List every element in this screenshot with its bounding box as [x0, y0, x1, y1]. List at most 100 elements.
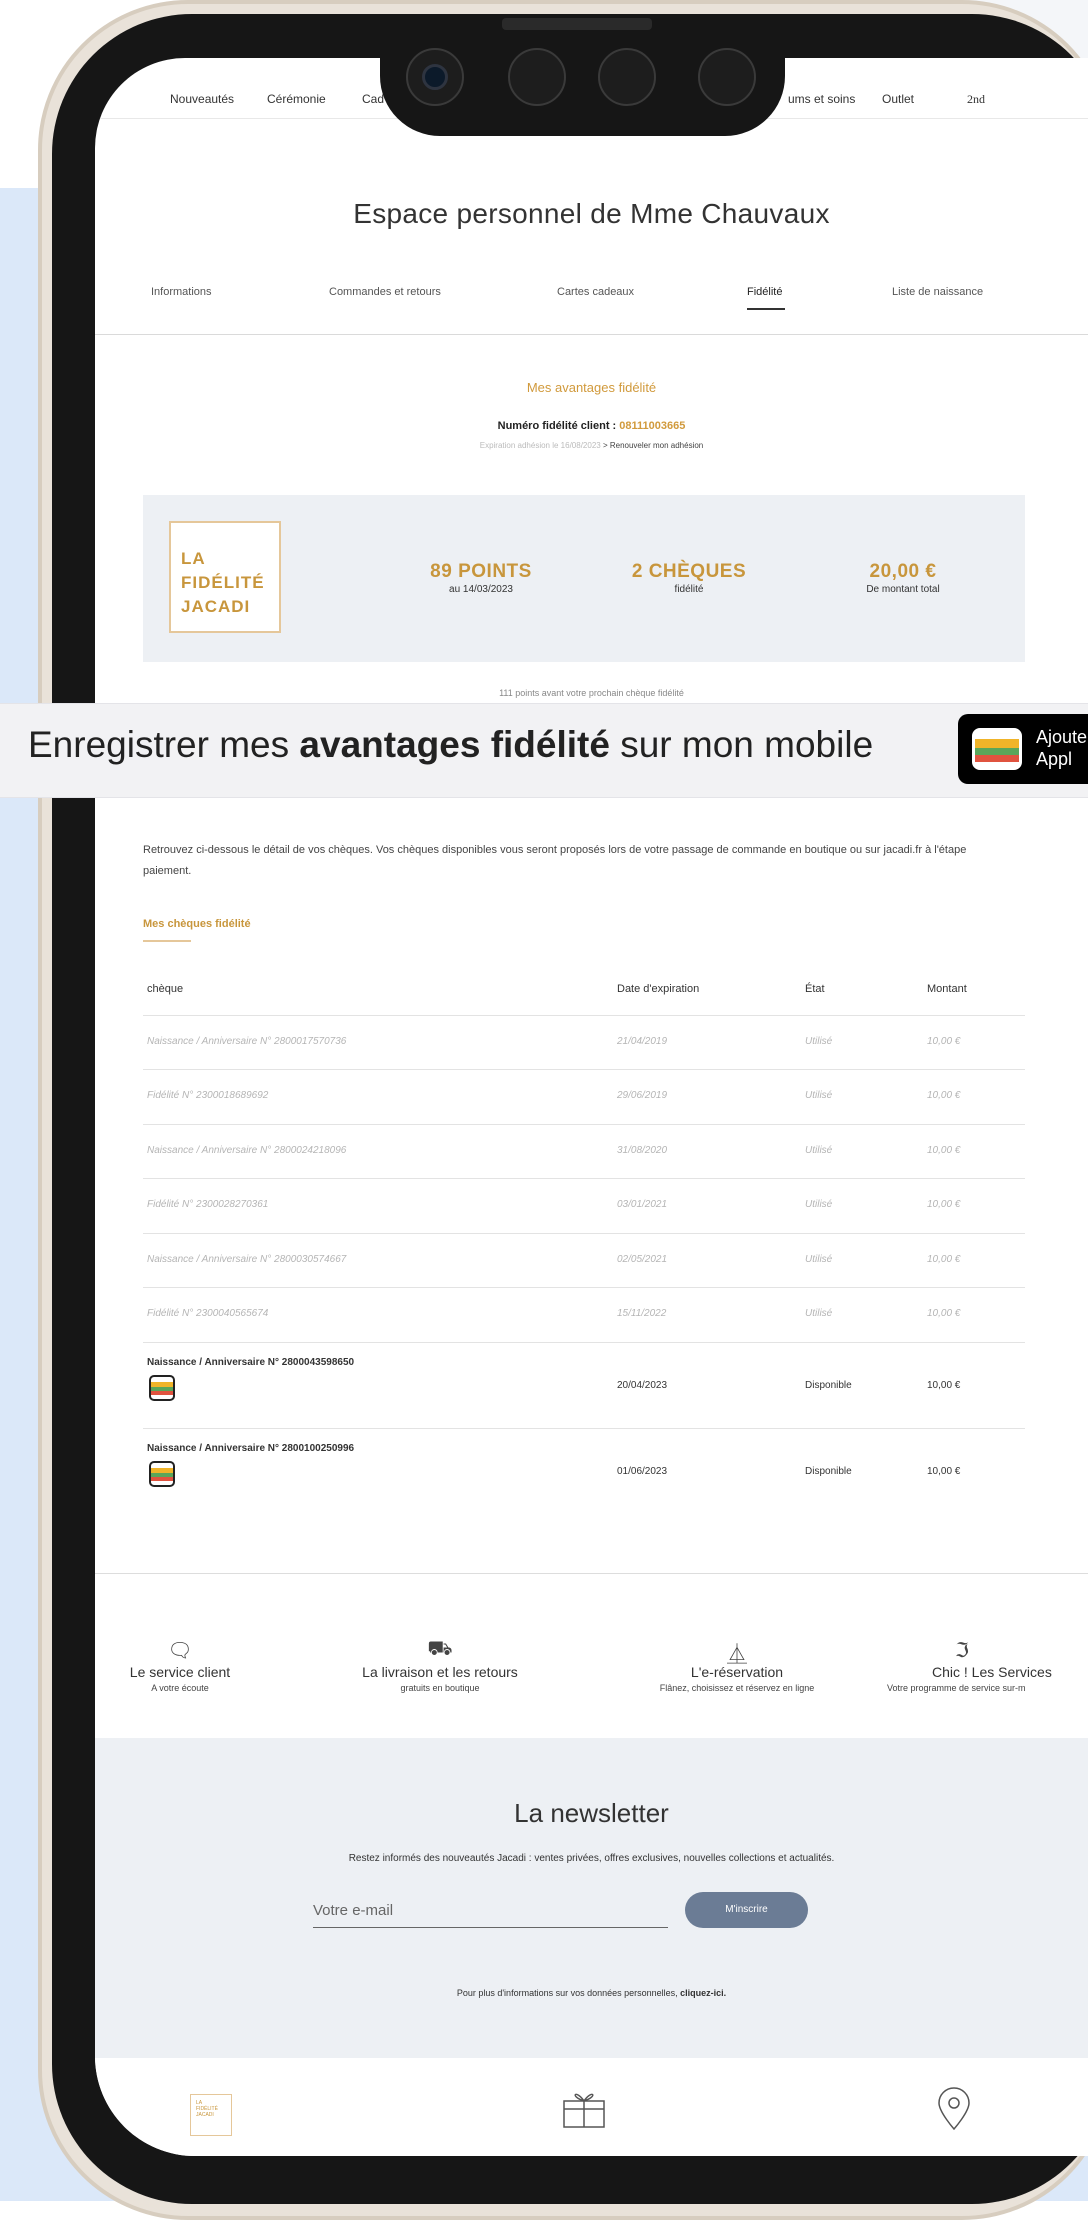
nav-item-outlet[interactable]: Outlet	[882, 92, 914, 106]
tab-cartes-cadeaux[interactable]: Cartes cadeaux	[557, 286, 634, 298]
fidelity-expiration: Expiration adhésion le 16/08/2023 > Reno…	[95, 441, 1088, 450]
banner-text-before: Enregistrer mes	[28, 724, 300, 765]
speaker-slot	[502, 18, 652, 30]
cheque-date: 01/06/2023	[617, 1466, 668, 1477]
tab-fidelite[interactable]: Fidélité	[747, 286, 782, 298]
service-ereservation[interactable]: ⏅ L'e-réservation Flânez, choisissez et …	[617, 1638, 857, 1693]
banner-text: Enregistrer mes avantages fidélité sur m…	[28, 724, 873, 766]
subscribe-button[interactable]: M'inscrire	[685, 1892, 808, 1928]
cheque-state: Utilisé	[805, 1090, 833, 1101]
points-value: 89 POINTS	[430, 561, 532, 582]
nav-item-ceremonie[interactable]: Cérémonie	[267, 92, 326, 106]
tab-commandes[interactable]: Commandes et retours	[329, 286, 441, 298]
fidelity-summary: LA FIDÉLITÉ JACADI 89 POINTS au 14/03/20…	[143, 495, 1025, 662]
fidelity-logo-icon[interactable]: LA FIDÉLITÉ JACADI	[190, 2094, 232, 2136]
amount-sub: De montant total	[866, 584, 940, 595]
bottom-bar: LA FIDÉLITÉ JACADI	[95, 2058, 1088, 2156]
column-header-cheque: chèque	[147, 983, 184, 995]
service-sub: A votre écoute	[151, 1683, 209, 1693]
tab-informations[interactable]: Informations	[151, 286, 212, 298]
fidelity-title: Mes avantages fidélité	[526, 380, 657, 395]
cheque-date: 02/05/2021	[617, 1254, 668, 1265]
cheques-stat: 2 CHÈQUES fidélité	[619, 561, 759, 595]
column-header-montant: Montant	[927, 983, 967, 995]
cheque-name: Fidélité N° 2300018689692	[147, 1090, 269, 1101]
fidelity-number: Numéro fidélité client : 08111003665	[95, 420, 1088, 432]
cheque-state: Disponible	[805, 1380, 852, 1391]
privacy-link[interactable]: cliquez-ici.	[680, 1988, 726, 1998]
mobile-wallet-banner: Enregistrer mes avantages fidélité sur m…	[0, 703, 1088, 798]
table-row: Naissance / Anniversaire N° 280001757073…	[143, 1015, 1025, 1070]
active-tab-indicator	[747, 308, 785, 310]
wallet-line-1: Ajoute	[1036, 727, 1088, 747]
nav-item-parfums[interactable]: ums et soins	[788, 92, 855, 106]
next-cheque-text: 111 points avant votre prochain chèque f…	[499, 688, 684, 698]
logo-line: LA	[181, 549, 206, 568]
cheque-name: Naissance / Anniversaire N° 280002421809…	[147, 1145, 347, 1156]
cheque-state: Utilisé	[805, 1036, 833, 1047]
hanger-icon: ⏅	[727, 1644, 747, 1666]
cheque-state: Utilisé	[805, 1254, 833, 1265]
service-title: Chic ! Les Services	[932, 1664, 1052, 1680]
cheque-date: 31/08/2020	[617, 1145, 668, 1156]
service-chic[interactable]: ℑ Chic ! Les Services Votre programme de…	[887, 1638, 1088, 1693]
service-title: L'e-réservation	[690, 1664, 784, 1680]
cheque-name: Naissance / Anniversaire N° 280003057466…	[147, 1254, 347, 1265]
tab-liste-naissance[interactable]: Liste de naissance	[892, 286, 983, 298]
divider	[95, 1573, 1088, 1574]
divider	[95, 334, 1088, 335]
newsletter-title: La newsletter	[514, 1798, 669, 1828]
cheque-state: Utilisé	[805, 1145, 833, 1156]
banner-text-after: sur mon mobile	[609, 724, 874, 765]
service-sub: gratuits en boutique	[400, 1683, 480, 1693]
table-row: Naissance / Anniversaire N° 280010025099…	[143, 1428, 1025, 1487]
gift-icon[interactable]	[561, 2086, 607, 2132]
privacy-info: Pour plus d'informations sur vos données…	[95, 1988, 1088, 1998]
cheque-date: 03/01/2021	[617, 1199, 668, 1210]
service-livraison[interactable]: ⛟ La livraison et les retours gratuits e…	[325, 1638, 555, 1693]
wallet-icon[interactable]	[149, 1375, 175, 1401]
cheque-name: Naissance / Anniversaire N° 280010025099…	[147, 1443, 355, 1454]
chat-bubble-icon: 🗨	[167, 1640, 193, 1662]
table-row: Fidélité N° 2300040565674 15/11/2022 Uti…	[143, 1287, 1025, 1343]
wallet-button-text: Ajoute Appl	[1036, 726, 1087, 770]
service-title: Le service client	[129, 1664, 231, 1680]
service-client[interactable]: 🗨 Le service client A votre écoute	[100, 1638, 260, 1693]
service-title: La livraison et les retours	[362, 1664, 518, 1680]
amount-value: 20,00 €	[869, 561, 937, 582]
wallet-line-2: Appl	[1036, 749, 1073, 769]
fidelity-number-label: Numéro fidélité client :	[497, 420, 620, 432]
renew-link[interactable]: > Renouveler mon adhésion	[603, 441, 703, 450]
brand-2nd[interactable]: 2nd	[967, 92, 985, 107]
logo-line: JACADI	[181, 597, 251, 616]
cheques-value: 2 CHÈQUES	[631, 561, 747, 582]
cheques-title[interactable]: Mes chèques fidélité	[143, 918, 251, 930]
points-stat: 89 POINTS au 14/03/2023	[411, 561, 551, 595]
cheque-amount: 10,00 €	[927, 1254, 961, 1265]
logo-line: FIDÉLITÉ	[181, 573, 265, 592]
expiration-text: Expiration adhésion le 16/08/2023	[479, 441, 601, 450]
column-header-date: Date d'expiration	[617, 983, 700, 995]
cheque-date: 15/11/2022	[617, 1308, 667, 1319]
fidelity-number-value: 08111003665	[619, 420, 686, 432]
nav-item-nouveautes[interactable]: Nouveautés	[170, 92, 234, 106]
sensor-icon	[698, 48, 756, 106]
sensor-icon	[508, 48, 566, 106]
nav-item-cadeaux[interactable]: Cad	[362, 92, 384, 106]
cheque-date: 20/04/2023	[617, 1380, 668, 1391]
service-sub: Flânez, choisissez et réservez en ligne	[659, 1683, 815, 1693]
cheque-amount: 10,00 €	[927, 1308, 961, 1319]
camera-icon	[406, 48, 464, 106]
cheque-amount: 10,00 €	[927, 1199, 961, 1210]
wallet-icon	[972, 728, 1022, 770]
add-to-apple-wallet-button[interactable]: Ajoute Appl	[958, 714, 1088, 784]
email-field[interactable]	[313, 1893, 668, 1928]
wallet-icon[interactable]	[149, 1461, 175, 1487]
cheques-intro: Retrouvez ci-dessous le détail de vos ch…	[143, 844, 967, 877]
cheque-amount: 10,00 €	[927, 1380, 961, 1391]
iron-icon: ℑ	[955, 1640, 969, 1662]
location-pin-icon[interactable]	[935, 2086, 973, 2132]
newsletter-text: Restez informés des nouveautés Jacadi : …	[348, 1853, 835, 1864]
banner-text-bold: avantages fidélité	[299, 724, 610, 765]
cheque-amount: 10,00 €	[927, 1145, 961, 1156]
